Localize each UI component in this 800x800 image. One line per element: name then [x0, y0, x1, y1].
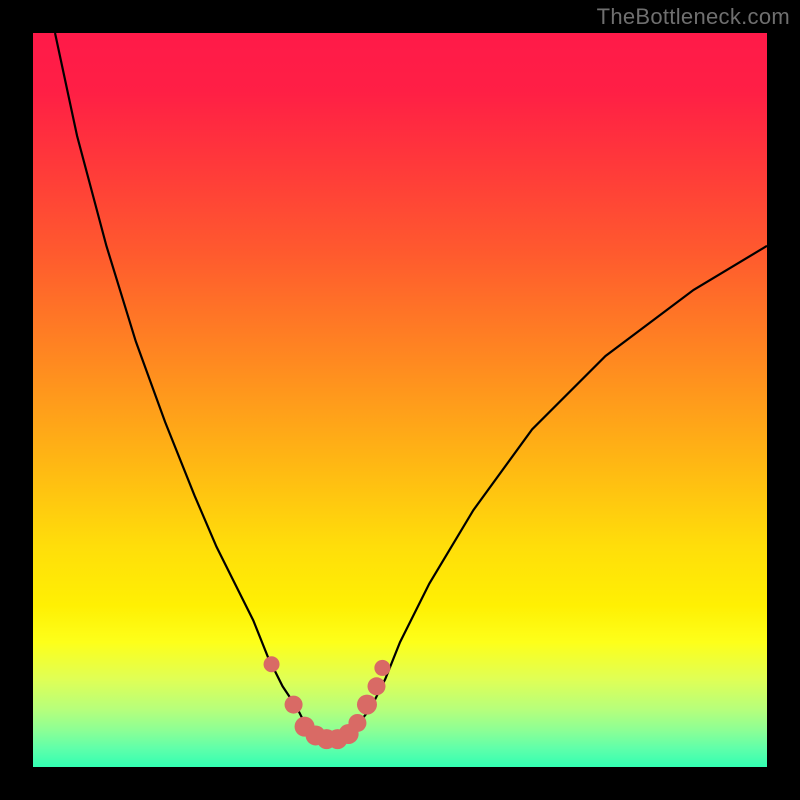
watermark-text: TheBottleneck.com [597, 4, 790, 30]
marker-point [368, 677, 386, 695]
chart-frame: TheBottleneck.com [0, 0, 800, 800]
marker-point [357, 695, 377, 715]
bottleneck-plot [33, 33, 767, 767]
marker-point [285, 696, 303, 714]
plot-svg [33, 33, 767, 767]
marker-point [374, 660, 390, 676]
marker-point [348, 714, 366, 732]
gradient-background [33, 33, 767, 767]
marker-point [264, 656, 280, 672]
